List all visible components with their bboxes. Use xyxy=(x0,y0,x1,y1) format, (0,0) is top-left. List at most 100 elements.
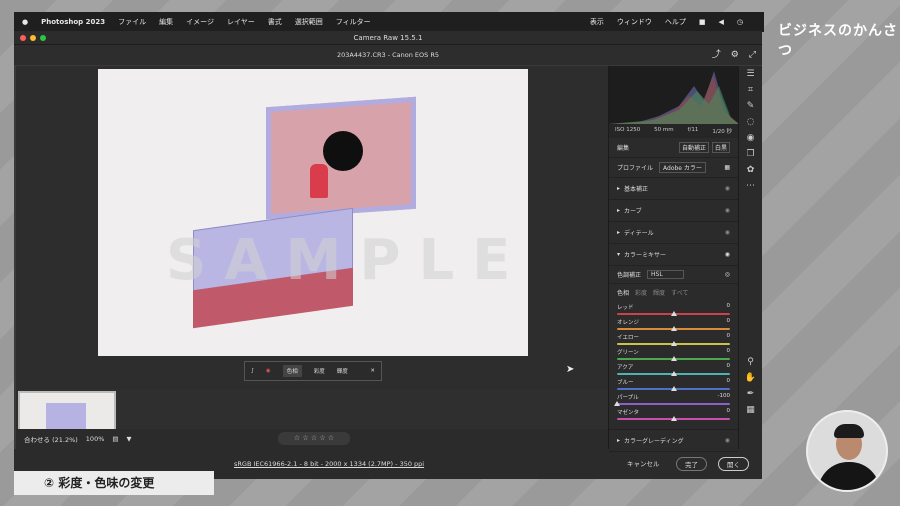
clock-icon[interactable]: ◷ xyxy=(737,18,743,26)
slider-value[interactable]: 0 xyxy=(712,303,731,309)
slider-label: グリーン xyxy=(617,350,639,356)
slider-value[interactable]: 0 xyxy=(712,333,731,339)
slider-knob[interactable] xyxy=(670,311,677,316)
mixer-tab-hue[interactable]: 色相 xyxy=(617,288,629,297)
eye-icon[interactable]: ◉ xyxy=(725,185,730,192)
slider-knob[interactable] xyxy=(670,416,677,421)
profile-browser-icon[interactable]: ▦ xyxy=(724,164,730,171)
red-eye-icon[interactable]: ◉ xyxy=(739,130,762,146)
star-rating[interactable]: ☆ ☆ ☆ ☆ ☆ xyxy=(278,432,350,445)
section-basic[interactable]: ▸ 基本補正 ◉ xyxy=(609,178,738,200)
zoom-tool-icon[interactable]: ⚲ xyxy=(739,354,762,370)
slider-value[interactable]: 0 xyxy=(712,378,731,384)
menu-file[interactable]: ファイル xyxy=(118,17,146,27)
grid-icon[interactable]: ▦ xyxy=(739,402,762,418)
mixer-mode-select[interactable]: HSL xyxy=(647,270,684,279)
slider-blue[interactable]: ブルー 0 xyxy=(617,378,730,393)
slider-yellow[interactable]: イエロー 0 xyxy=(617,333,730,348)
fullscreen-icon[interactable]: ⤢ xyxy=(749,45,756,65)
tab-luminance[interactable]: 輝度 xyxy=(337,367,348,375)
hand-tool-icon[interactable]: ✋ xyxy=(739,370,762,386)
done-button[interactable]: 完了 xyxy=(676,457,707,471)
slider-track[interactable] xyxy=(617,403,730,405)
app-menu[interactable]: Photoshop 2023 xyxy=(41,18,105,26)
gear-icon[interactable]: ⚙ xyxy=(731,45,739,65)
mixer-tab-luminance[interactable]: 輝度 xyxy=(653,288,665,297)
section-color-mixer[interactable]: ▾ カラーミキサー ◉ xyxy=(609,244,738,266)
auto-button[interactable]: 自動補正 xyxy=(678,142,709,153)
menu-filter[interactable]: フィルター xyxy=(336,17,371,27)
slider-knob[interactable] xyxy=(614,401,620,406)
menu-layer[interactable]: レイヤー xyxy=(227,17,255,27)
menu-view[interactable]: 表示 xyxy=(590,17,604,27)
target-adjust-icon[interactable]: ◎ xyxy=(725,271,730,278)
section-color-grading[interactable]: ▸ カラーグレーディング ◉ xyxy=(609,429,738,452)
section-curve[interactable]: ▸ カーブ ◉ xyxy=(609,200,738,222)
slider-red[interactable]: レッド 0 xyxy=(617,303,730,318)
menu-window[interactable]: ウィンドウ xyxy=(617,17,652,27)
slider-value[interactable]: 0 xyxy=(712,348,731,354)
snapshots-icon[interactable]: ❐ xyxy=(739,146,762,162)
masking-icon[interactable]: ◌ xyxy=(739,114,762,130)
slider-orange[interactable]: オレンジ 0 xyxy=(617,318,730,333)
workflow-options-link[interactable]: sRGB IEC61966-2.1 - 8 bit - 2000 x 1334 … xyxy=(234,460,424,468)
bw-button[interactable]: 白黒 xyxy=(711,142,730,153)
volume-icon[interactable]: ◀ xyxy=(719,18,724,26)
eye-icon[interactable]: ◉ xyxy=(725,207,730,214)
slider-value[interactable]: 0 xyxy=(712,318,731,324)
slider-knob[interactable] xyxy=(670,341,677,346)
menu-image[interactable]: イメージ xyxy=(186,17,214,27)
slider-value[interactable]: -100 xyxy=(712,393,730,399)
curve-icon[interactable]: ∫ xyxy=(251,368,254,374)
shutter-speed: 1/20 秒 xyxy=(712,129,732,135)
slider-value[interactable]: 0 xyxy=(712,408,731,414)
eyedropper-icon[interactable]: ✒ xyxy=(739,386,762,402)
slider-green[interactable]: グリーン 0 xyxy=(617,348,730,363)
tab-hue[interactable]: 色相 xyxy=(282,365,302,377)
zoom-select[interactable]: 100% xyxy=(86,435,105,443)
menu-help[interactable]: ヘルプ xyxy=(665,17,686,27)
slider-purple[interactable]: パープル -100 xyxy=(614,393,730,408)
eye-icon[interactable]: ◉ xyxy=(725,437,730,444)
chevron-right-icon: ▸ xyxy=(617,437,621,444)
presets-icon[interactable]: ✿ xyxy=(739,162,762,178)
slider-magenta[interactable]: マゼンタ 0 xyxy=(617,408,730,423)
slider-knob[interactable] xyxy=(670,326,677,331)
section-detail[interactable]: ▸ ディテール ◉ xyxy=(609,222,738,244)
close-icon[interactable]: ✕ xyxy=(370,368,375,374)
eye-icon[interactable]: ◉ xyxy=(725,229,730,236)
filter-icon[interactable]: ▼ xyxy=(127,435,132,443)
mixer-tab-all[interactable]: すべて xyxy=(671,288,688,297)
crop-icon[interactable]: ⌗ xyxy=(739,82,762,98)
color-wheel-icon[interactable]: ◉ xyxy=(266,368,271,374)
image-canvas[interactable]: SAMPLE ∫ ◉ 色相 彩度 輝度 ✕ ➤ xyxy=(16,66,608,389)
close-window-button[interactable] xyxy=(20,35,26,41)
window-title: Camera Raw 15.5.1 xyxy=(353,34,423,42)
menu-select[interactable]: 選択範囲 xyxy=(295,17,323,27)
slider-aqua[interactable]: アクア 0 xyxy=(617,363,730,378)
slider-knob[interactable] xyxy=(670,371,677,376)
cancel-button[interactable]: キャンセル xyxy=(619,457,668,471)
minimize-window-button[interactable] xyxy=(30,35,36,41)
edit-sliders-icon[interactable]: ☰ xyxy=(739,66,762,82)
more-icon[interactable]: ⋯ xyxy=(739,178,762,194)
tool-strip: ☰ ⌗ ✎ ◌ ◉ ❐ ✿ ⋯ ⚲ ✋ ✒ ▦ xyxy=(738,66,762,449)
export-icon[interactable]: ⤴ xyxy=(712,45,721,65)
window-titlebar: Camera Raw 15.5.1 xyxy=(14,31,762,45)
mixer-tab-saturation[interactable]: 彩度 xyxy=(635,288,647,297)
eye-icon[interactable]: ◉ xyxy=(725,251,730,258)
tab-saturation[interactable]: 彩度 xyxy=(314,367,325,375)
open-button[interactable]: 開く xyxy=(718,457,749,471)
menu-type[interactable]: 書式 xyxy=(268,17,282,27)
zoom-window-button[interactable] xyxy=(40,35,46,41)
slider-knob[interactable] xyxy=(670,356,677,361)
status-icon[interactable]: ■ xyxy=(699,18,706,26)
zoom-fit[interactable]: 合わせる (21.2%) xyxy=(24,434,78,444)
healing-brush-icon[interactable]: ✎ xyxy=(739,98,762,114)
slider-value[interactable]: 0 xyxy=(712,363,731,369)
profile-select[interactable]: Adobe カラー xyxy=(659,162,706,173)
menu-edit[interactable]: 編集 xyxy=(159,17,173,27)
apple-icon[interactable]: ● xyxy=(22,18,28,26)
slider-knob[interactable] xyxy=(670,386,677,391)
sort-icon[interactable]: ▤ xyxy=(112,435,118,443)
